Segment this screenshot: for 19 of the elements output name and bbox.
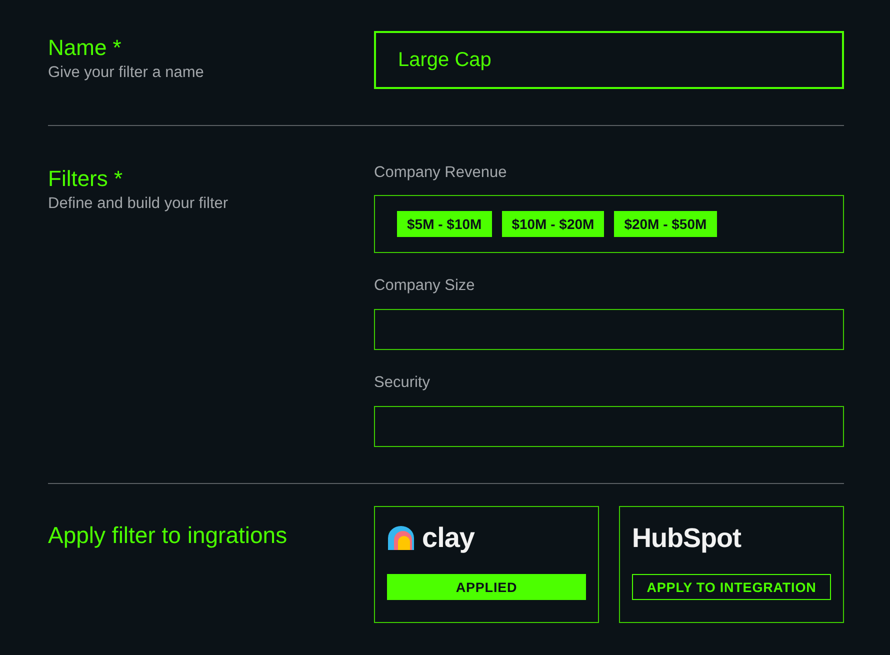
tag-input-field[interactable]: $5M - $10M $10M - $20M $20M - $50M [374, 195, 844, 253]
applied-button[interactable]: APPLIED [387, 574, 586, 600]
name-input[interactable]: Large Cap [374, 31, 844, 89]
input-field[interactable] [374, 309, 844, 350]
section-title: Filters * [48, 165, 124, 193]
apply-button[interactable]: APPLY TO INTEGRATION [632, 574, 831, 600]
filter-tag: $5M - $10M [397, 211, 492, 237]
logo-text: clay [422, 521, 474, 555]
filter-tag: $10M - $20M [502, 211, 604, 237]
field-label: Security [374, 373, 431, 393]
section-title: Name * [48, 34, 122, 62]
filter-tag: $20M - $50M [614, 211, 717, 237]
section-subtitle: Give your filter a name [48, 63, 205, 83]
field-label: Company Revenue [374, 163, 508, 183]
section-title: Apply filter to ingrations [48, 521, 288, 549]
field-label: Company Size [374, 276, 476, 296]
input-field[interactable] [374, 406, 844, 447]
section-subtitle: Define and build your filter [48, 194, 230, 214]
logo-text: HubSpot [632, 522, 741, 555]
